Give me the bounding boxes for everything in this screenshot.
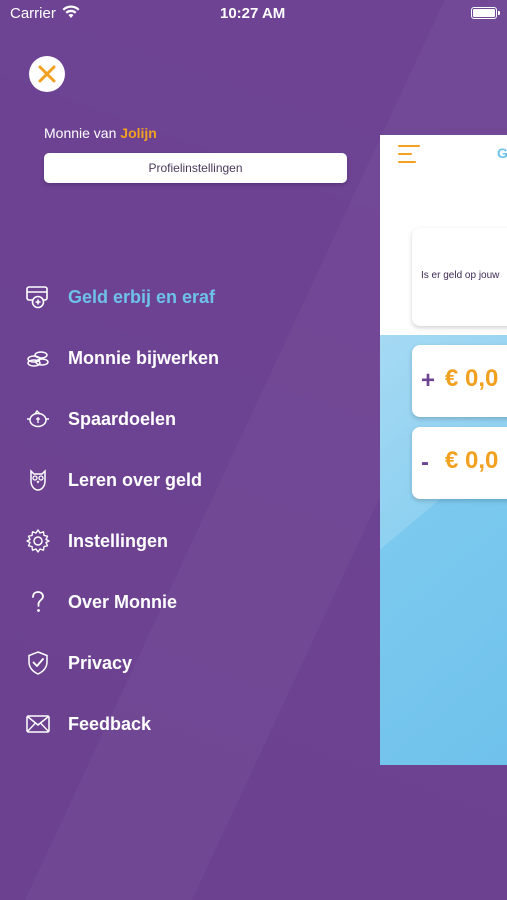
question-card[interactable]: Is er geld op jouw: [412, 228, 507, 326]
plus-sign: +: [421, 367, 436, 394]
question-text: Is er geld op jouw: [421, 270, 500, 281]
close-icon: [38, 65, 56, 83]
menu-item-label: Instellingen: [68, 530, 169, 551]
carrier-label: Carrier: [10, 5, 56, 22]
minus-sign: -: [421, 449, 429, 476]
profile-prefix: Monnie van: [44, 125, 117, 141]
menu-item-geld-erbij-en-eraf[interactable]: Geld erbij en eraf: [24, 277, 215, 317]
close-menu-button[interactable]: [29, 56, 65, 92]
coins-icon: [24, 344, 52, 372]
clock: 10:27 AM: [220, 5, 286, 22]
menu-item-privacy[interactable]: Privacy: [24, 643, 132, 683]
wifi-icon: [62, 5, 80, 18]
profile-first-name: Jolijn: [120, 125, 157, 141]
menu-item-feedback[interactable]: Feedback: [24, 704, 151, 744]
menu-item-leren-over-geld[interactable]: Leren over geld: [24, 460, 202, 500]
menu-item-label: Leren over geld: [68, 469, 203, 490]
menu-item-label: Over Monnie: [68, 591, 178, 612]
menu-item-label: Feedback: [68, 713, 152, 734]
menu-item-spaardoelen[interactable]: Spaardoelen: [24, 399, 176, 439]
battery-icon: [471, 7, 500, 19]
hamburger-icon[interactable]: [398, 145, 420, 163]
gear-icon: [24, 527, 52, 555]
profile-name: Monnie van Jolijn: [44, 125, 157, 141]
wallet-plus-icon: [24, 283, 52, 311]
menu-item-instellingen[interactable]: Instellingen: [24, 521, 168, 561]
add-money-card[interactable]: + € 0,0: [412, 345, 507, 417]
menu-item-label: Monnie bijwerken: [68, 347, 220, 368]
profile-settings-button[interactable]: Profielinstellingen: [44, 153, 347, 183]
plus-amount: € 0,0: [445, 365, 499, 392]
owl-icon: [24, 466, 52, 494]
menu-item-label: Geld erbij en eraf: [68, 286, 216, 307]
minus-amount: € 0,0: [445, 447, 499, 474]
menu-item-label: Spaardoelen: [68, 408, 177, 429]
envelope-icon: [24, 710, 52, 738]
preview-title: G: [497, 145, 507, 161]
menu-item-monnie-bijwerken[interactable]: Monnie bijwerken: [24, 338, 219, 378]
shield-check-icon: [24, 649, 52, 677]
menu-item-over-monnie[interactable]: Over Monnie: [24, 582, 177, 622]
app-content-preview[interactable]: G Is er geld op jouw + € 0,0 - € 0,0: [380, 135, 507, 765]
subtract-money-card[interactable]: - € 0,0: [412, 427, 507, 499]
piggy-bank-icon: [24, 405, 52, 433]
status-bar: Carrier 10:27 AM: [0, 0, 507, 28]
question-icon: [24, 588, 52, 616]
menu-item-label: Privacy: [68, 652, 133, 673]
